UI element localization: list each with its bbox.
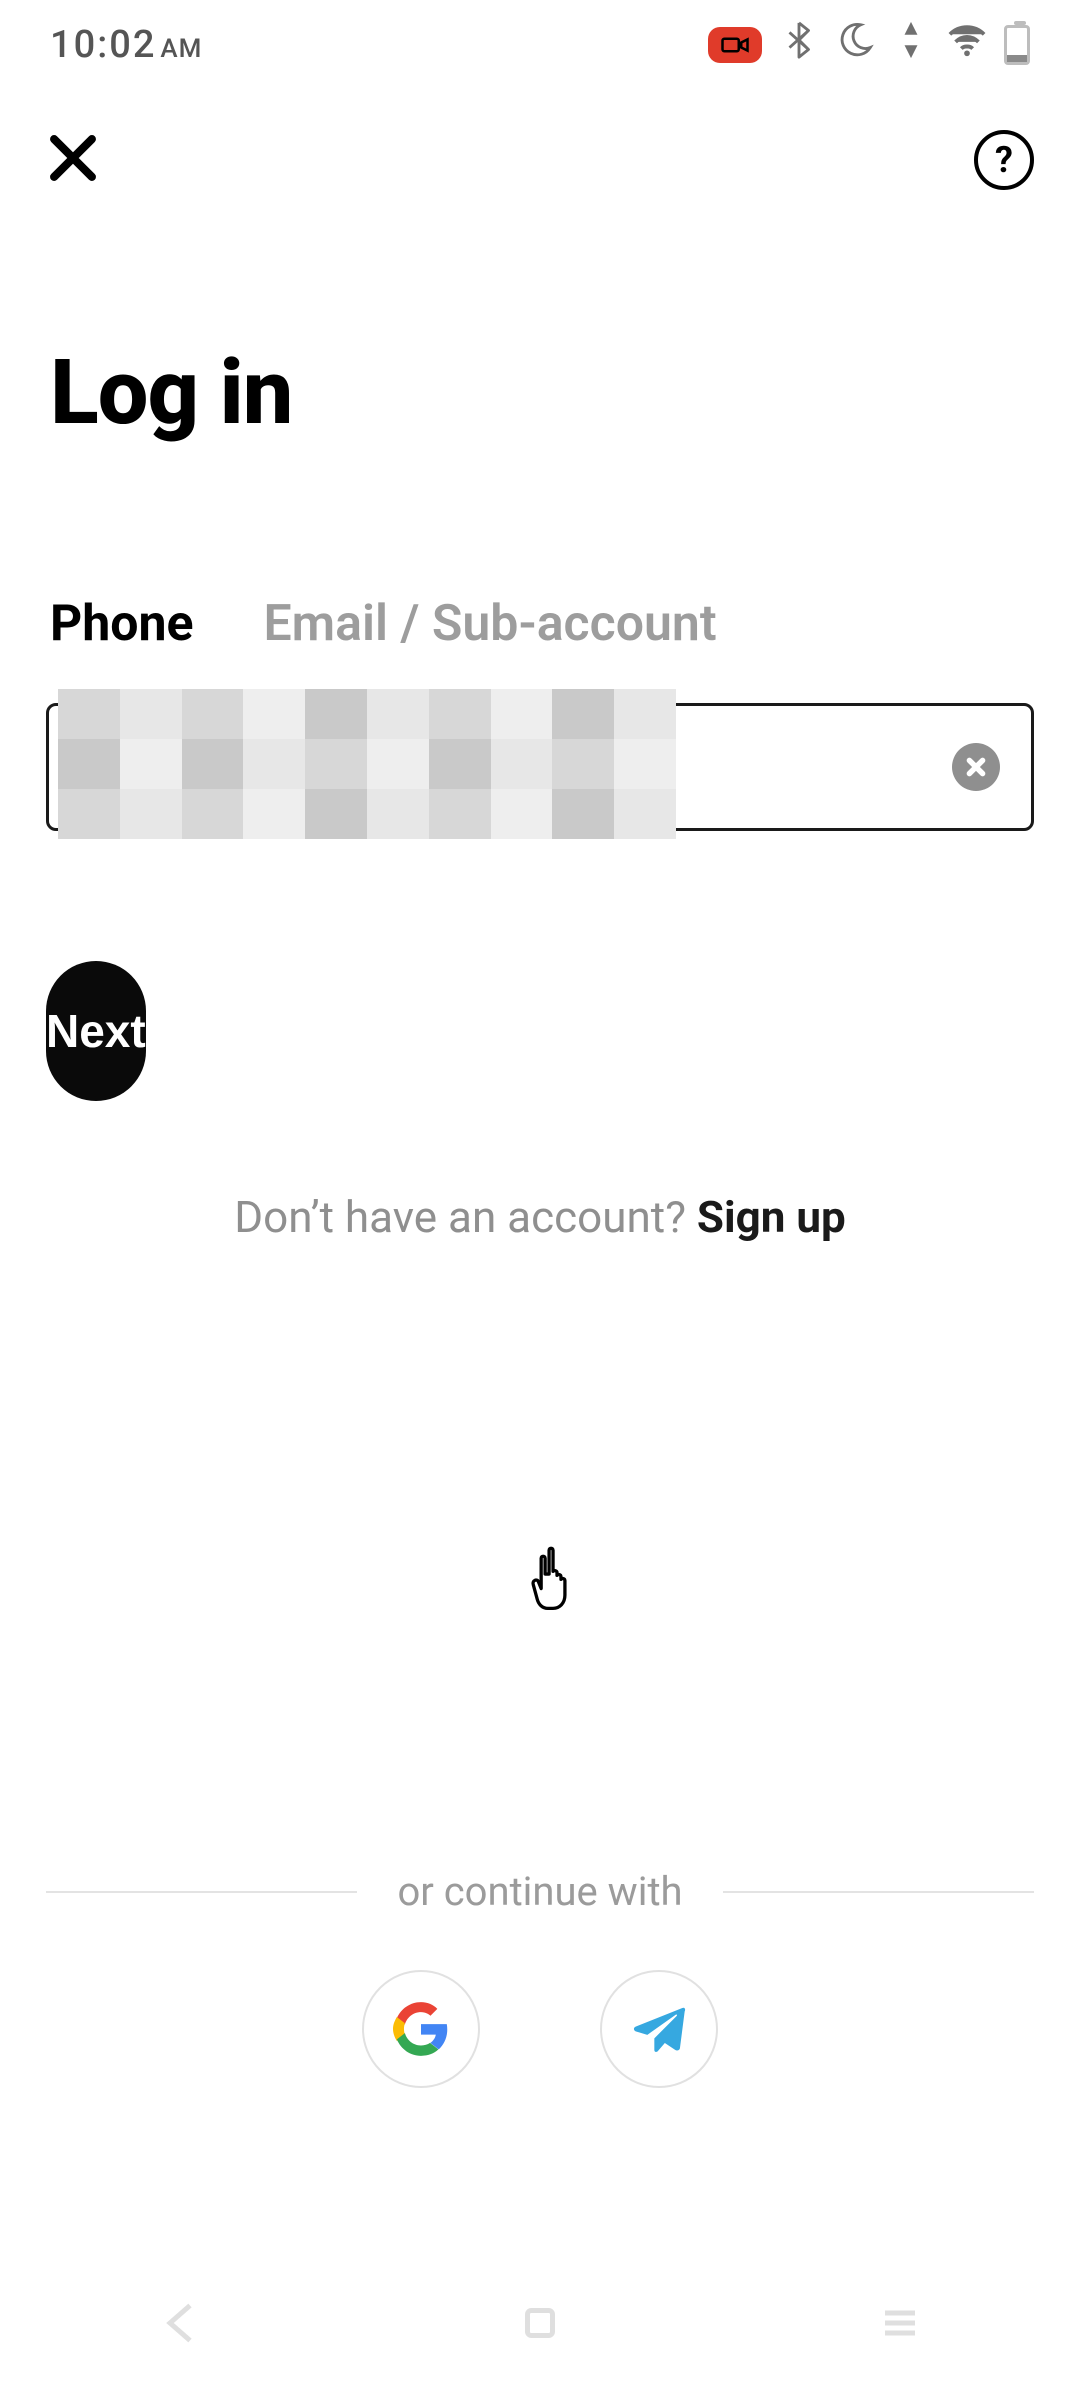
help-button[interactable]: ? bbox=[974, 130, 1034, 190]
clear-icon bbox=[965, 756, 987, 778]
signup-prompt: Don’t have an account? bbox=[234, 1191, 697, 1243]
phone-input-wrap bbox=[46, 703, 1034, 831]
battery-icon bbox=[1004, 25, 1030, 65]
help-icon: ? bbox=[995, 139, 1013, 181]
data-sync-icon bbox=[892, 21, 930, 69]
social-login-row bbox=[0, 1970, 1080, 2088]
status-right bbox=[708, 21, 1030, 69]
phone-input[interactable] bbox=[46, 703, 1034, 831]
nav-home-button[interactable] bbox=[515, 2298, 565, 2352]
signup-line: Don’t have an account? Sign up bbox=[0, 1191, 1080, 1243]
bluetooth-icon bbox=[780, 21, 818, 69]
pointer-cursor-icon bbox=[530, 1545, 584, 1615]
topbar: ? bbox=[0, 90, 1080, 210]
next-button-label: Next bbox=[46, 1004, 146, 1058]
recording-badge-icon bbox=[708, 27, 762, 63]
google-login-button[interactable] bbox=[362, 1970, 480, 2088]
page-title: Log in bbox=[0, 210, 1080, 445]
close-icon bbox=[46, 131, 100, 185]
continue-separator: or continue with bbox=[46, 1868, 1034, 1915]
telegram-icon bbox=[631, 2001, 687, 2057]
tab-phone[interactable]: Phone bbox=[50, 595, 193, 653]
status-bar: 10:02AM bbox=[0, 0, 1080, 90]
nav-back-button[interactable] bbox=[155, 2298, 205, 2352]
status-time-value: 10:02 bbox=[50, 23, 156, 67]
status-time: 10:02AM bbox=[50, 23, 202, 67]
close-button[interactable] bbox=[46, 131, 100, 189]
status-time-ampm: AM bbox=[160, 34, 202, 64]
status-left: 10:02AM bbox=[50, 23, 232, 67]
wifi-icon bbox=[948, 21, 986, 69]
dnd-moon-icon bbox=[836, 21, 874, 69]
signup-link[interactable]: Sign up bbox=[697, 1191, 846, 1243]
nav-recents-button[interactable] bbox=[875, 2298, 925, 2352]
login-tabs: Phone Email / Sub-account bbox=[0, 445, 1080, 653]
telegram-login-button[interactable] bbox=[600, 1970, 718, 2088]
google-icon bbox=[393, 2001, 449, 2057]
separator-label: or continue with bbox=[397, 1868, 682, 1915]
android-navbar bbox=[0, 2250, 1080, 2400]
separator-line-left bbox=[46, 1891, 357, 1893]
separator-line-right bbox=[723, 1891, 1034, 1893]
tab-email[interactable]: Email / Sub-account bbox=[263, 595, 716, 653]
clear-input-button[interactable] bbox=[952, 743, 1000, 791]
next-button[interactable]: Next bbox=[46, 961, 146, 1101]
